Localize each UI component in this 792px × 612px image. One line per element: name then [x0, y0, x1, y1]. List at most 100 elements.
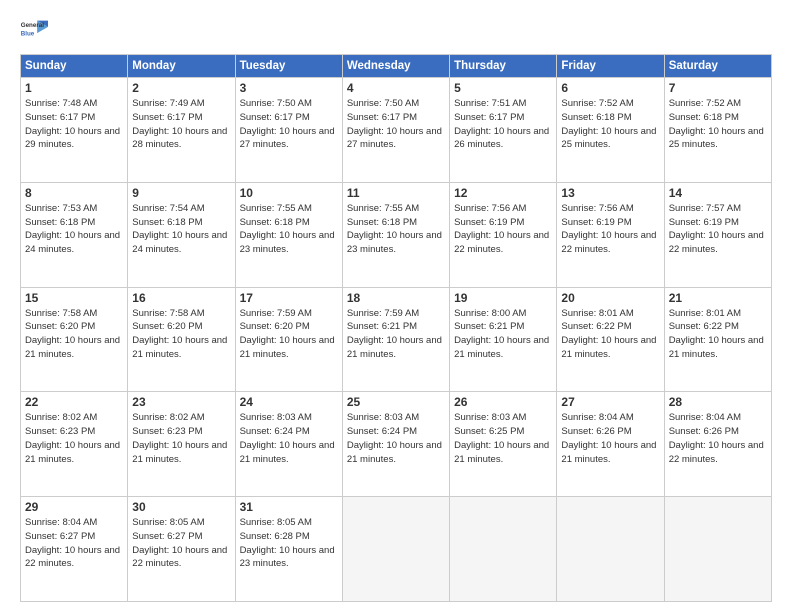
calendar-cell: 17Sunrise: 7:59 AMSunset: 6:20 PMDayligh… — [235, 287, 342, 392]
day-info: Sunrise: 7:54 AMSunset: 6:18 PMDaylight:… — [132, 202, 230, 257]
day-number: 9 — [132, 186, 230, 200]
calendar-cell: 28 Sunrise: 8:04 AMSunset: 6:26 PMDayligh… — [664, 392, 771, 497]
calendar-cell: 6 Sunrise: 7:52 AMSunset: 6:18 PMDaylight… — [557, 78, 664, 183]
day-info: Sunrise: 7:50 AMSunset: 6:17 PMDaylight:… — [347, 97, 445, 152]
day-number: 1 — [25, 81, 123, 95]
calendar-header-friday: Friday — [557, 55, 664, 78]
calendar-cell: 9 Sunrise: 7:54 AMSunset: 6:18 PMDaylight… — [128, 182, 235, 287]
day-number: 7 — [669, 81, 767, 95]
day-info: Sunrise: 7:52 AMSunset: 6:18 PMDaylight:… — [669, 97, 767, 152]
svg-text:Blue: Blue — [21, 30, 35, 37]
day-number: 18 — [347, 291, 445, 305]
calendar-cell: 5 Sunrise: 7:51 AMSunset: 6:17 PMDaylight… — [450, 78, 557, 183]
calendar-header-thursday: Thursday — [450, 55, 557, 78]
day-number: 21 — [669, 291, 767, 305]
day-number: 4 — [347, 81, 445, 95]
day-number: 25 — [347, 395, 445, 409]
page: General Blue SundayMondayTuesdayWednesda… — [0, 0, 792, 612]
day-number: 6 — [561, 81, 659, 95]
calendar-cell: 26 Sunrise: 8:03 AMSunset: 6:25 PMDayligh… — [450, 392, 557, 497]
day-info: Sunrise: 8:04 AMSunset: 6:26 PMDaylight:… — [669, 411, 767, 466]
calendar-cell: 8Sunrise: 7:53 AMSunset: 6:18 PMDaylight… — [21, 182, 128, 287]
day-number: 23 — [132, 395, 230, 409]
logo-icon: General Blue — [20, 16, 48, 44]
calendar-cell: 11 Sunrise: 7:55 AMSunset: 6:18 PMDayligh… — [342, 182, 449, 287]
day-info: Sunrise: 7:51 AMSunset: 6:17 PMDaylight:… — [454, 97, 552, 152]
day-info: Sunrise: 7:55 AMSunset: 6:18 PMDaylight:… — [347, 202, 445, 257]
day-info: Sunrise: 8:05 AMSunset: 6:28 PMDaylight:… — [240, 516, 338, 571]
svg-text:General: General — [21, 22, 44, 29]
day-info: Sunrise: 7:59 AMSunset: 6:21 PMDaylight:… — [347, 307, 445, 362]
calendar-table: SundayMondayTuesdayWednesdayThursdayFrid… — [20, 54, 772, 602]
day-number: 8 — [25, 186, 123, 200]
day-info: Sunrise: 8:02 AMSunset: 6:23 PMDaylight:… — [25, 411, 123, 466]
day-info: Sunrise: 8:03 AMSunset: 6:24 PMDaylight:… — [240, 411, 338, 466]
day-info: Sunrise: 7:58 AMSunset: 6:20 PMDaylight:… — [25, 307, 123, 362]
calendar-cell — [557, 497, 664, 602]
day-info: Sunrise: 7:55 AMSunset: 6:18 PMDaylight:… — [240, 202, 338, 257]
day-number: 16 — [132, 291, 230, 305]
calendar-cell: 31 Sunrise: 8:05 AMSunset: 6:28 PMDayligh… — [235, 497, 342, 602]
day-info: Sunrise: 7:59 AMSunset: 6:20 PMDaylight:… — [240, 307, 338, 362]
calendar-header-row: SundayMondayTuesdayWednesdayThursdayFrid… — [21, 55, 772, 78]
day-info: Sunrise: 7:58 AMSunset: 6:20 PMDaylight:… — [132, 307, 230, 362]
calendar-cell: 4 Sunrise: 7:50 AMSunset: 6:17 PMDaylight… — [342, 78, 449, 183]
day-info: Sunrise: 7:48 AMSunset: 6:17 PMDaylight:… — [25, 97, 123, 152]
day-number: 27 — [561, 395, 659, 409]
calendar-week-row: 8Sunrise: 7:53 AMSunset: 6:18 PMDaylight… — [21, 182, 772, 287]
calendar-cell: 23 Sunrise: 8:02 AMSunset: 6:23 PMDayligh… — [128, 392, 235, 497]
calendar-cell: 22 Sunrise: 8:02 AMSunset: 6:23 PMDayligh… — [21, 392, 128, 497]
calendar-cell: 1 Sunrise: 7:48 AMSunset: 6:17 PMDaylight… — [21, 78, 128, 183]
day-info: Sunrise: 8:03 AMSunset: 6:24 PMDaylight:… — [347, 411, 445, 466]
day-number: 26 — [454, 395, 552, 409]
calendar-header-sunday: Sunday — [21, 55, 128, 78]
calendar-cell: 29 Sunrise: 8:04 AMSunset: 6:27 PMDayligh… — [21, 497, 128, 602]
day-info: Sunrise: 7:57 AMSunset: 6:19 PMDaylight:… — [669, 202, 767, 257]
day-number: 22 — [25, 395, 123, 409]
day-info: Sunrise: 7:52 AMSunset: 6:18 PMDaylight:… — [561, 97, 659, 152]
calendar-cell: 16 Sunrise: 7:58 AMSunset: 6:20 PMDayligh… — [128, 287, 235, 392]
day-info: Sunrise: 8:00 AMSunset: 6:21 PMDaylight:… — [454, 307, 552, 362]
day-number: 31 — [240, 500, 338, 514]
calendar-cell: 30Sunrise: 8:05 AMSunset: 6:27 PMDayligh… — [128, 497, 235, 602]
day-number: 28 — [669, 395, 767, 409]
day-info: Sunrise: 8:04 AMSunset: 6:26 PMDaylight:… — [561, 411, 659, 466]
calendar-cell: 13Sunrise: 7:56 AMSunset: 6:19 PMDayligh… — [557, 182, 664, 287]
day-number: 19 — [454, 291, 552, 305]
day-number: 10 — [240, 186, 338, 200]
calendar-cell: 10 Sunrise: 7:55 AMSunset: 6:18 PMDayligh… — [235, 182, 342, 287]
day-info: Sunrise: 8:01 AMSunset: 6:22 PMDaylight:… — [561, 307, 659, 362]
calendar-header-tuesday: Tuesday — [235, 55, 342, 78]
calendar-cell: 2 Sunrise: 7:49 AMSunset: 6:17 PMDaylight… — [128, 78, 235, 183]
calendar-cell: 3 Sunrise: 7:50 AMSunset: 6:17 PMDaylight… — [235, 78, 342, 183]
day-number: 12 — [454, 186, 552, 200]
day-info: Sunrise: 8:04 AMSunset: 6:27 PMDaylight:… — [25, 516, 123, 571]
calendar-header-monday: Monday — [128, 55, 235, 78]
day-number: 2 — [132, 81, 230, 95]
calendar-cell: 19 Sunrise: 8:00 AMSunset: 6:21 PMDayligh… — [450, 287, 557, 392]
day-number: 3 — [240, 81, 338, 95]
day-number: 29 — [25, 500, 123, 514]
calendar-week-row: 22 Sunrise: 8:02 AMSunset: 6:23 PMDayligh… — [21, 392, 772, 497]
day-info: Sunrise: 8:05 AMSunset: 6:27 PMDaylight:… — [132, 516, 230, 571]
calendar-cell: 27 Sunrise: 8:04 AMSunset: 6:26 PMDayligh… — [557, 392, 664, 497]
calendar-week-row: 15Sunrise: 7:58 AMSunset: 6:20 PMDayligh… — [21, 287, 772, 392]
day-number: 13 — [561, 186, 659, 200]
calendar-cell: 7 Sunrise: 7:52 AMSunset: 6:18 PMDaylight… — [664, 78, 771, 183]
day-info: Sunrise: 7:49 AMSunset: 6:17 PMDaylight:… — [132, 97, 230, 152]
day-info: Sunrise: 8:03 AMSunset: 6:25 PMDaylight:… — [454, 411, 552, 466]
day-info: Sunrise: 7:50 AMSunset: 6:17 PMDaylight:… — [240, 97, 338, 152]
calendar-cell: 18 Sunrise: 7:59 AMSunset: 6:21 PMDayligh… — [342, 287, 449, 392]
day-number: 14 — [669, 186, 767, 200]
day-number: 11 — [347, 186, 445, 200]
calendar-cell — [664, 497, 771, 602]
day-number: 5 — [454, 81, 552, 95]
header: General Blue — [20, 16, 772, 44]
calendar-cell: 20Sunrise: 8:01 AMSunset: 6:22 PMDayligh… — [557, 287, 664, 392]
day-info: Sunrise: 8:02 AMSunset: 6:23 PMDaylight:… — [132, 411, 230, 466]
calendar-cell: 15Sunrise: 7:58 AMSunset: 6:20 PMDayligh… — [21, 287, 128, 392]
calendar-cell: 12Sunrise: 7:56 AMSunset: 6:19 PMDayligh… — [450, 182, 557, 287]
calendar-week-row: 29 Sunrise: 8:04 AMSunset: 6:27 PMDayligh… — [21, 497, 772, 602]
day-number: 24 — [240, 395, 338, 409]
calendar-week-row: 1 Sunrise: 7:48 AMSunset: 6:17 PMDaylight… — [21, 78, 772, 183]
